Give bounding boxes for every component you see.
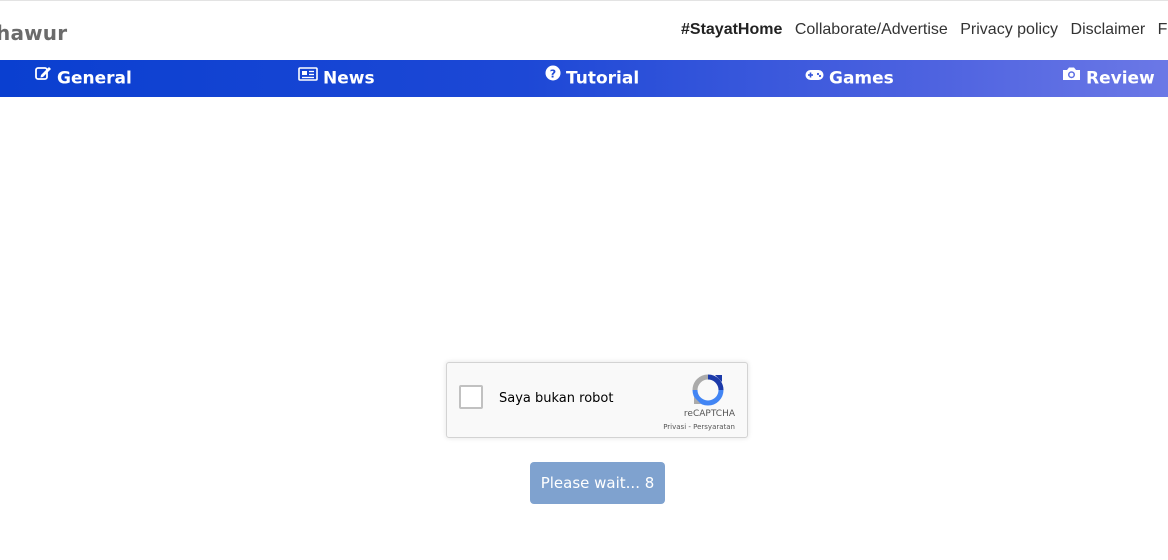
main-nav: General News ? Tutorial Games Review [0, 60, 1168, 97]
nav-label-games: Games [829, 68, 894, 89]
recaptcha-logo-icon [691, 373, 725, 407]
recaptcha-widget: Saya bukan robot reCAPTCHA Privasi - Per… [446, 362, 748, 438]
top-link-privacy[interactable]: Privacy policy [960, 21, 1058, 39]
question-circle-icon: ? [545, 58, 561, 95]
recaptcha-terms-link[interactable]: Privasi - Persyaratan [663, 423, 735, 431]
please-wait-button[interactable]: Please wait... 8 [530, 462, 665, 504]
top-link-truncated[interactable]: F [1158, 21, 1168, 39]
nav-label-general: General [57, 68, 132, 89]
site-brand[interactable]: hawur [0, 21, 67, 45]
top-link-stayathome[interactable]: #StayatHome [681, 21, 782, 39]
nav-item-general[interactable]: General [35, 60, 132, 97]
svg-text:?: ? [550, 68, 556, 81]
gamepad-icon [805, 58, 824, 95]
camera-icon [1062, 58, 1081, 95]
recaptcha-label: Saya bukan robot [499, 391, 614, 406]
nav-label-review: Review [1086, 68, 1155, 89]
recaptcha-checkbox[interactable] [459, 385, 483, 409]
edit-icon [35, 58, 52, 95]
nav-item-review[interactable]: Review [1062, 60, 1155, 97]
top-link-disclaimer[interactable]: Disclaimer [1071, 21, 1146, 39]
recaptcha-brand: reCAPTCHA [683, 409, 735, 419]
top-header: hawur #StayatHome Collaborate/Advertise … [0, 0, 1168, 60]
nav-item-news[interactable]: News [298, 60, 375, 97]
top-link-collaborate[interactable]: Collaborate/Advertise [795, 21, 948, 39]
top-links: #StayatHome Collaborate/Advertise Privac… [681, 21, 1168, 39]
nav-item-games[interactable]: Games [805, 60, 894, 97]
nav-label-news: News [323, 68, 375, 89]
newspaper-icon [298, 58, 318, 95]
nav-label-tutorial: Tutorial [566, 68, 640, 89]
nav-item-tutorial[interactable]: ? Tutorial [545, 60, 639, 97]
